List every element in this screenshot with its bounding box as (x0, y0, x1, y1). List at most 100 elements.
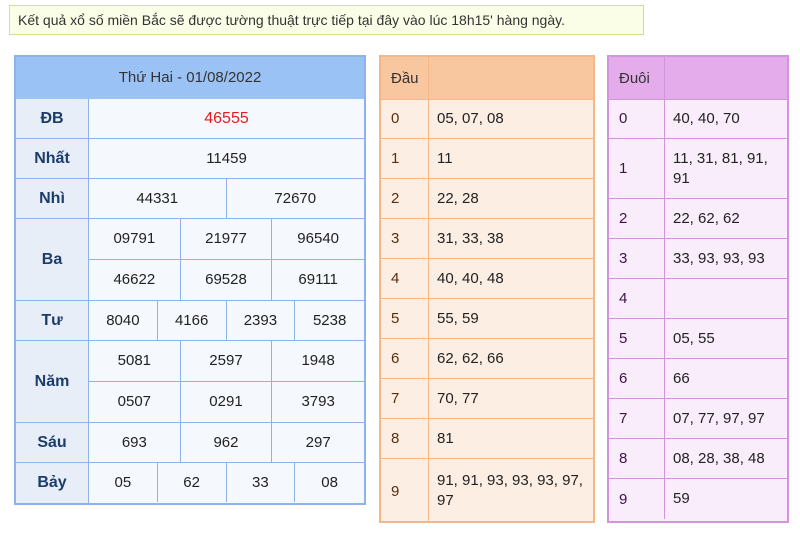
dau-digit: 7 (381, 379, 429, 418)
duoi-digit: 5 (609, 319, 665, 358)
prize-number: 8040 (89, 301, 158, 340)
dau-row-1: 1 11 (381, 139, 593, 179)
dau-row-0: 0 05, 07, 08 (381, 99, 593, 139)
prize-number: 693 (89, 423, 181, 462)
results-table: Thứ Hai - 01/08/2022 ĐB 46555 Nhất 11459 Nhì… (14, 55, 366, 505)
duoi-table: Đuôi 0 40, 40, 70 1 11, 31, 81, 91, 91 2 22, … (607, 55, 789, 523)
dau-header-value (429, 57, 593, 99)
prize-number-row: 46555 (89, 99, 364, 138)
dau-row-9: 9 91, 91, 93, 93, 93, 97, 97 (381, 459, 593, 523)
prize-number: 4166 (158, 301, 227, 340)
prize-number: 0507 (89, 381, 181, 422)
prize-number: 1948 (301, 352, 335, 370)
results-date-title: Thứ Hai - 01/08/2022 (16, 57, 364, 100)
dau-numbers: 91, 91, 93, 93, 93, 97, 97 (437, 472, 583, 509)
prize-numbers: 693 962 297 (89, 423, 364, 462)
dau-row-4: 4 40, 40, 48 (381, 259, 593, 299)
duoi-digit: 9 (609, 479, 665, 519)
prize-numbers: 11459 (89, 139, 364, 178)
duoi-digit: 3 (609, 239, 665, 278)
dau-row-3: 3 31, 33, 38 (381, 219, 593, 259)
duoi-numbers: 40, 40, 70 (673, 109, 740, 127)
duoi-digit: 4 (609, 279, 665, 318)
duoi-digit: 6 (609, 359, 665, 398)
prize-number-row: 05 62 33 08 (89, 463, 364, 502)
dau-digit: 4 (381, 259, 429, 298)
duoi-row-1: 1 11, 31, 81, 91, 91 (609, 139, 787, 199)
dau-digit: 8 (381, 419, 429, 458)
duoi-header-row: Đuôi (609, 57, 787, 100)
prize-number: 11459 (206, 150, 247, 167)
dau-digit: 0 (381, 99, 429, 138)
prize-number: 297 (305, 434, 331, 451)
duoi-numbers: 66 (673, 369, 690, 387)
prize-number: 33 (227, 463, 296, 502)
prize-numbers: 5081 2597 1948 0507 0291 3793 (89, 341, 364, 422)
duoi-digit: 0 (609, 99, 665, 138)
duoi-numbers: 22, 62, 62 (673, 209, 740, 227)
prize-number: 96540 (297, 230, 340, 248)
prize-numbers: 46555 (89, 99, 364, 138)
duoi-numbers: 07, 77, 97, 97 (673, 409, 765, 427)
dau-numbers: 22, 28 (437, 189, 479, 207)
duoi-row-6: 6 66 (609, 359, 787, 399)
duoi-digit: 1 (609, 139, 665, 198)
prize-number: 0291 (181, 381, 273, 422)
prize-number: 46622 (89, 259, 181, 300)
duoi-numbers: 11, 31, 81, 91, 91 (673, 149, 768, 187)
dau-digit: 9 (381, 459, 429, 523)
prize-number: 5081 (89, 341, 181, 381)
duoi-numbers: 59 (673, 490, 690, 507)
prize-number: 2597 (181, 341, 273, 381)
dau-row-5: 5 55, 59 (381, 299, 593, 339)
dau-numbers: 31, 33, 38 (437, 229, 504, 247)
prize-number-row: 44331 72670 (89, 179, 364, 218)
duoi-row-5: 5 05, 55 (609, 319, 787, 359)
prize-row-db: ĐB 46555 (16, 99, 364, 139)
duoi-numbers (665, 279, 787, 318)
dau-numbers: 70, 77 (437, 389, 479, 407)
dau-numbers: 55, 59 (437, 309, 479, 327)
prize-label: Nhì (16, 179, 89, 218)
prize-number-row: 46622 69528 69111 (89, 259, 364, 300)
dau-digit: 2 (381, 179, 429, 218)
prize-row-tu: Tư 8040 4166 2393 5238 (16, 301, 364, 341)
prize-number: 62 (158, 463, 227, 502)
prize-row-nhi: Nhì 44331 72670 (16, 179, 364, 219)
duoi-digit: 8 (609, 439, 665, 478)
prize-row-nhat: Nhất 11459 (16, 139, 364, 179)
prize-number: 3793 (301, 393, 335, 411)
duoi-header-value (665, 57, 787, 99)
dau-row-7: 7 70, 77 (381, 379, 593, 419)
duoi-numbers: 33, 93, 93, 93 (673, 249, 765, 267)
prize-row-nam: Năm 5081 2597 1948 0507 0291 3793 (16, 341, 364, 423)
duoi-row-7: 7 07, 77, 97, 97 (609, 399, 787, 439)
prize-number: 962 (181, 423, 273, 462)
prize-row-bay: Bảy 05 62 33 08 (16, 463, 364, 503)
prize-number: 72670 (274, 190, 317, 207)
dau-numbers: 11 (437, 149, 453, 167)
duoi-header: Đuôi (609, 57, 665, 99)
prize-numbers: 05 62 33 08 (89, 463, 364, 503)
duoi-row-4: 4 (609, 279, 787, 319)
prize-numbers: 44331 72670 (89, 179, 364, 218)
dau-table: Đầu 0 05, 07, 08 1 11 2 22, 28 3 31, 33, 38 4 40,… (379, 55, 595, 523)
duoi-row-9: 9 59 (609, 479, 787, 519)
duoi-row-8: 8 08, 28, 38, 48 (609, 439, 787, 479)
prize-number: 5238 (312, 312, 347, 329)
duoi-numbers: 08, 28, 38, 48 (673, 449, 765, 467)
dau-header: Đầu (381, 57, 429, 99)
duoi-row-3: 3 33, 93, 93, 93 (609, 239, 787, 279)
prize-number-row: 5081 2597 1948 (89, 341, 364, 382)
notice-banner: Kết quả xổ số miền Bắc sẽ được tường thu… (9, 5, 644, 35)
dau-digit: 6 (381, 339, 429, 378)
dau-row-8: 8 81 (381, 419, 593, 459)
special-prize-number: 46555 (204, 109, 249, 127)
prize-number: 05 (89, 463, 158, 502)
prize-number: 09791 (89, 219, 181, 259)
prize-number: 21977 (181, 219, 273, 259)
prize-number-row: 11459 (89, 139, 364, 178)
dau-numbers: 40, 40, 48 (437, 269, 504, 287)
prize-number: 44331 (89, 179, 227, 218)
prize-number: 2393 (227, 301, 296, 340)
